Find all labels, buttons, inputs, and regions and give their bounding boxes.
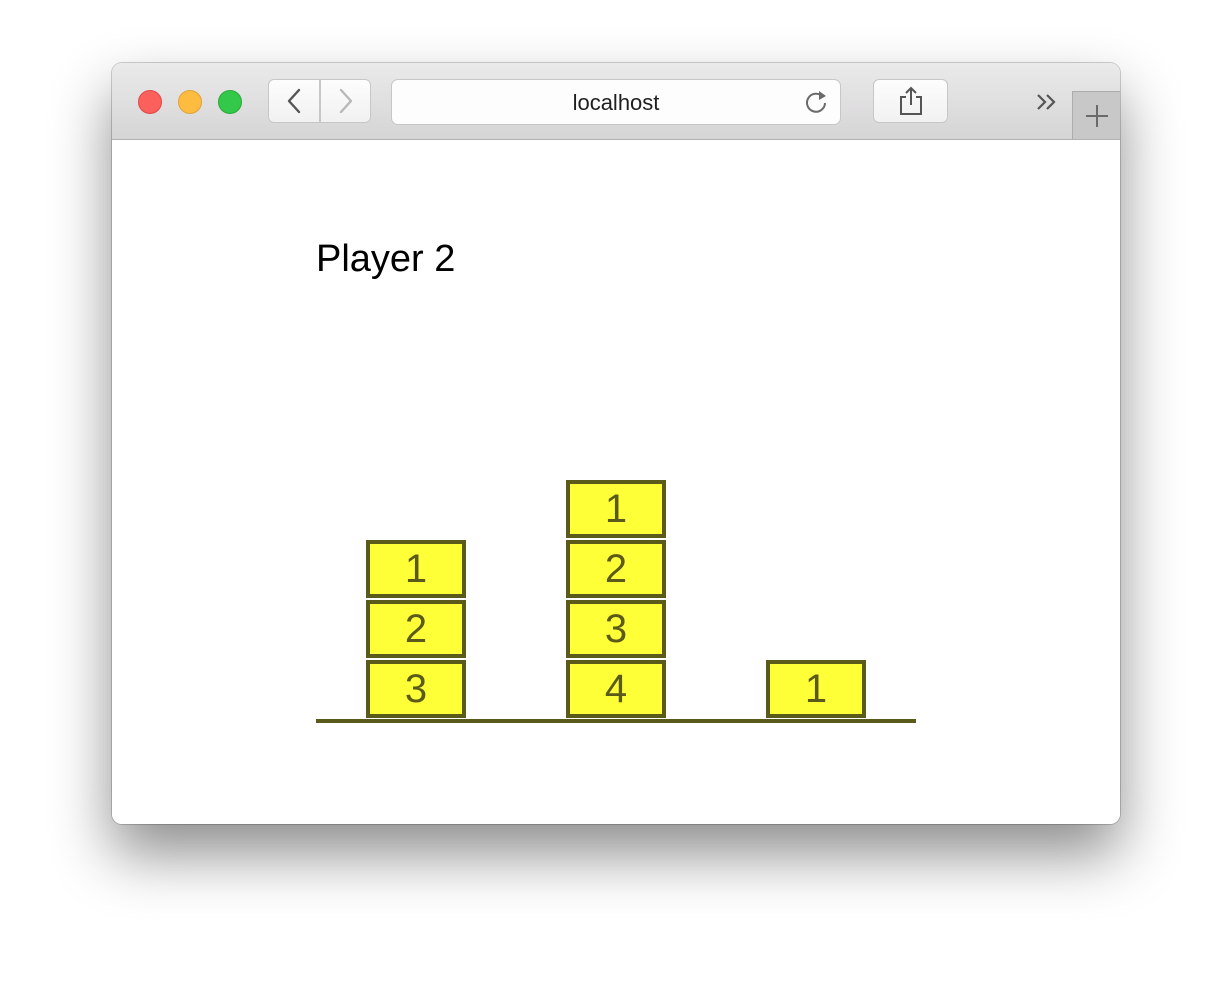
share-button[interactable] (873, 79, 948, 123)
address-bar[interactable]: localhost (391, 79, 841, 125)
maximize-window-button[interactable] (218, 90, 242, 114)
back-button[interactable] (268, 79, 320, 123)
ground-line (316, 719, 916, 723)
address-text: localhost (572, 90, 660, 115)
chevron-right-icon (339, 88, 352, 114)
pile-2-block[interactable]: 2 (566, 540, 666, 598)
share-icon (899, 86, 922, 115)
new-tab-button[interactable] (1072, 91, 1120, 139)
page-content: Player 2 1 2 3 1 2 3 4 1 (112, 140, 1120, 824)
browser-toolbar: localhost (112, 63, 1120, 140)
browser-window: localhost Player 2 1 2 3 1 2 3 4 1 (112, 63, 1120, 824)
pile-2-block[interactable]: 1 (566, 480, 666, 538)
pile-1-block[interactable]: 2 (366, 600, 466, 658)
chevron-left-icon (287, 88, 301, 114)
pile-1-block[interactable]: 3 (366, 660, 466, 718)
pile-1-block[interactable]: 1 (366, 540, 466, 598)
pile-3-block[interactable]: 1 (766, 660, 866, 718)
pile-2-block[interactable]: 4 (566, 660, 666, 718)
close-window-button[interactable] (138, 90, 162, 114)
pile-2-block[interactable]: 3 (566, 600, 666, 658)
plus-icon (1085, 104, 1108, 127)
player-label: Player 2 (316, 238, 456, 280)
minimize-window-button[interactable] (178, 90, 202, 114)
forward-button[interactable] (320, 79, 371, 123)
double-chevron-icon[interactable] (1032, 87, 1062, 117)
reload-icon[interactable] (802, 88, 830, 116)
